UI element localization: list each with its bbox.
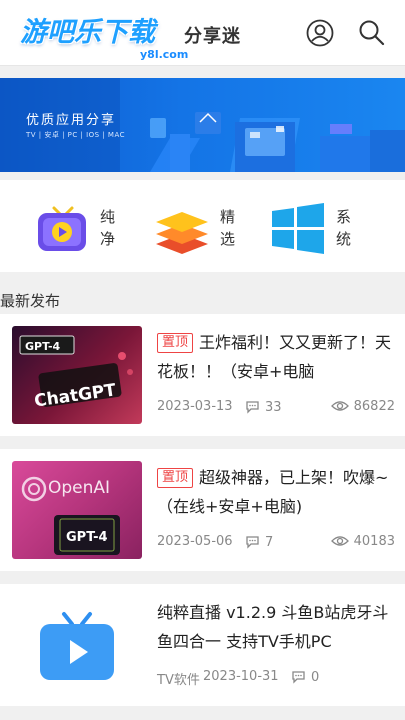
post-meta: 2023-05-06 7 40183: [157, 534, 395, 554]
post-card[interactable]: OpenAI GPT-4 置顶 超级神器，已上架！吹爆~（在线+安卓+电脑) 20…: [0, 449, 405, 571]
category-bar: 纯净 精选 系统: [0, 180, 405, 272]
view-count: 40183: [330, 534, 395, 549]
eye-icon: [330, 401, 349, 411]
post-card[interactable]: GPT-4 ChatGPT 置顶 王炸福利！又又更新了！天花板！！（安卓+电脑 2…: [0, 314, 405, 436]
post-date: 2023-05-06: [157, 534, 233, 549]
layers-icon: [156, 212, 208, 254]
site-logo[interactable]: 游吧乐下载 y8l.com 分享迷: [16, 8, 256, 64]
thumb-caption: OpenAI: [48, 478, 111, 498]
banner-title: 优质应用分享: [26, 113, 117, 128]
tv-play-icon: [38, 206, 86, 251]
post-title: 纯粹直播 v1.2.9 斗鱼B站虎牙斗鱼四合一 支持TV手机PC: [157, 598, 395, 656]
logo-tagline: 分享迷: [184, 26, 241, 47]
post-category: TV软件: [157, 673, 200, 688]
logo-main-text: 游吧乐下载: [20, 17, 155, 48]
eye-icon: [330, 536, 349, 546]
comment-count: 7: [245, 534, 273, 550]
pinned-badge: 置顶: [157, 468, 194, 488]
category-label: 精选: [220, 208, 236, 248]
promo-banner[interactable]: 优质应用分享 TV | 安卓 | PC | IOS | MAC: [0, 78, 405, 172]
pinned-badge: 置顶: [157, 333, 194, 353]
view-count: 86822: [330, 399, 395, 414]
post-thumbnail: [12, 596, 142, 694]
post-meta: TV软件 2023-10-31 0: [157, 669, 395, 689]
post-title: 置顶 超级神器，已上架！吹爆~（在线+安卓+电脑): [157, 463, 395, 521]
post-thumbnail: OpenAI GPT-4: [12, 461, 142, 559]
thumb-caption: GPT-4: [66, 530, 108, 545]
section-title: 最新发布: [0, 292, 61, 310]
logo-domain-text: y8l.com: [140, 48, 189, 61]
post-card[interactable]: 纯粹直播 v1.2.9 斗鱼B站虎牙斗鱼四合一 支持TV手机PC TV软件 20…: [0, 584, 405, 706]
banner-subtitle: TV | 安卓 | PC | IOS | MAC: [26, 131, 126, 139]
comment-icon: [246, 536, 259, 549]
category-label: 纯净: [100, 208, 116, 248]
tv-app-icon: [40, 612, 114, 680]
comment-count: 33: [245, 399, 282, 415]
post-title-text: 纯粹直播 v1.2.9 斗鱼B站虎牙斗鱼四合一 支持TV手机PC: [157, 603, 389, 651]
post-date: 2023-10-31: [203, 669, 279, 684]
top-header: 游吧乐下载 y8l.com 分享迷: [0, 0, 405, 66]
thumb-caption: GPT-4: [25, 340, 61, 353]
comment-icon: [246, 401, 259, 414]
comment-icon: [292, 671, 305, 684]
category-selected[interactable]: 精选: [154, 180, 274, 272]
category-system[interactable]: 系统: [270, 180, 390, 272]
post-thumbnail: GPT-4 ChatGPT: [12, 326, 142, 424]
category-label: 系统: [336, 208, 352, 248]
search-icon[interactable]: [357, 18, 387, 48]
category-pure[interactable]: 纯净: [34, 180, 154, 272]
user-icon[interactable]: [305, 18, 335, 48]
post-date: 2023-03-13: [157, 399, 233, 414]
comment-count: 0: [291, 669, 319, 685]
post-title: 置顶 王炸福利！又又更新了！天花板！！（安卓+电脑: [157, 328, 395, 386]
windows-icon: [272, 203, 324, 254]
post-meta: 2023-03-13 33 86822: [157, 399, 395, 419]
